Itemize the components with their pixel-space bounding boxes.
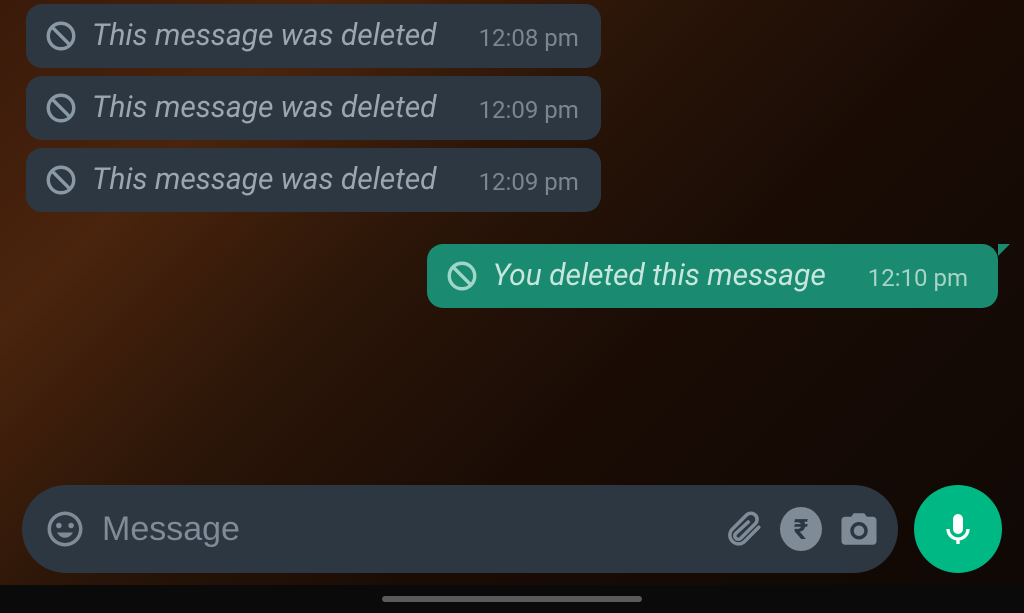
- message-time: 12:09 pm: [479, 168, 579, 196]
- system-nav-bar: [0, 585, 1024, 613]
- message-time: 12:10 pm: [868, 264, 968, 292]
- message-row[interactable]: This message was deleted 12:08 pm: [0, 0, 1024, 72]
- message-input-pill[interactable]: ₹: [22, 485, 898, 573]
- attach-icon[interactable]: [722, 508, 764, 550]
- prohibit-icon: [44, 91, 78, 125]
- emoji-icon[interactable]: [44, 508, 86, 550]
- message-row[interactable]: This message was deleted 12:09 pm: [0, 144, 1024, 216]
- message-text: This message was deleted: [92, 162, 437, 198]
- message-row[interactable]: This message was deleted 12:09 pm: [0, 72, 1024, 144]
- message-input[interactable]: [102, 510, 706, 549]
- prohibit-icon: [445, 259, 479, 293]
- message-row[interactable]: You deleted this message 12:10 pm: [0, 240, 1024, 312]
- incoming-bubble[interactable]: This message was deleted 12:08 pm: [26, 4, 601, 68]
- incoming-bubble[interactable]: This message was deleted 12:09 pm: [26, 148, 601, 212]
- prohibit-icon: [44, 163, 78, 197]
- camera-icon[interactable]: [838, 508, 880, 550]
- payment-icon[interactable]: ₹: [780, 508, 822, 550]
- message-text: You deleted this message: [493, 258, 826, 294]
- chat-message-list[interactable]: This message was deleted 12:08 pm This m…: [0, 0, 1024, 312]
- outgoing-bubble[interactable]: You deleted this message 12:10 pm: [427, 244, 998, 308]
- message-text: This message was deleted: [92, 18, 437, 54]
- mic-icon: [938, 509, 978, 549]
- prohibit-icon: [44, 19, 78, 53]
- incoming-bubble[interactable]: This message was deleted 12:09 pm: [26, 76, 601, 140]
- message-time: 12:09 pm: [479, 96, 579, 124]
- message-text: This message was deleted: [92, 90, 437, 126]
- home-indicator[interactable]: [382, 596, 642, 602]
- message-time: 12:08 pm: [479, 24, 579, 52]
- mic-button[interactable]: [914, 485, 1002, 573]
